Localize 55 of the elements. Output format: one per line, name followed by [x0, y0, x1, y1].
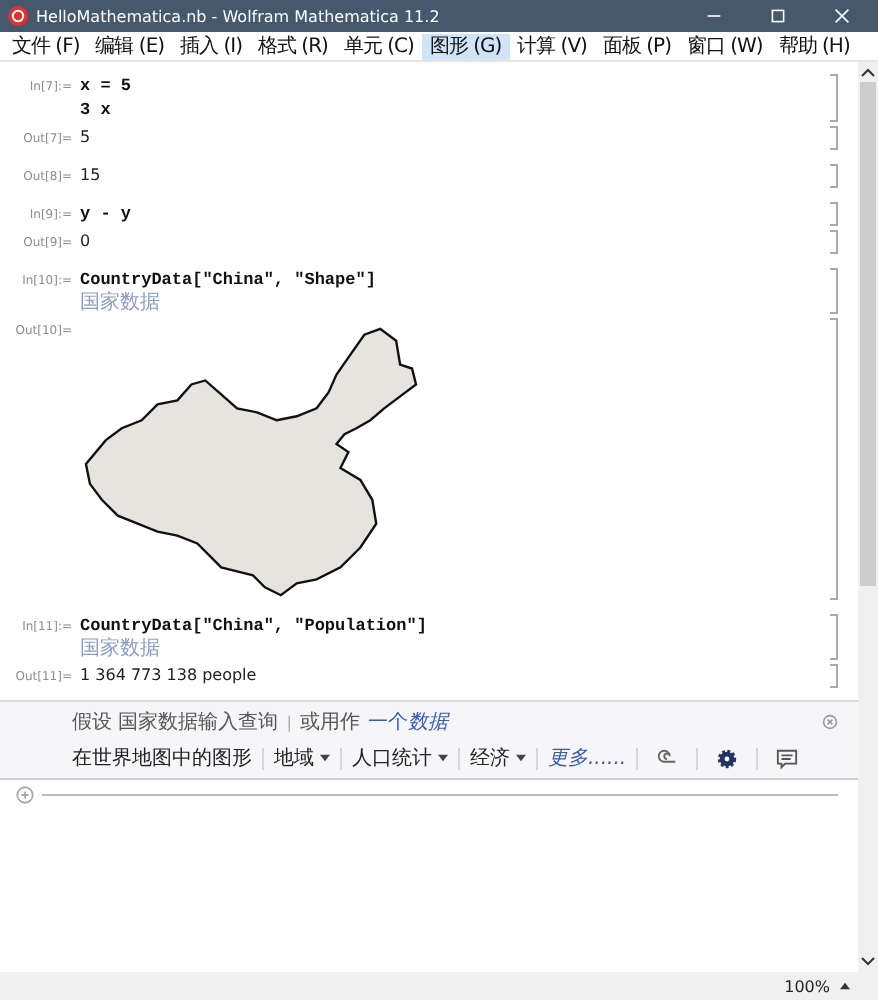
more-button[interactable]: 更多......	[548, 744, 627, 772]
cell-bracket[interactable]	[830, 268, 838, 314]
scroll-thumb[interactable]	[860, 82, 876, 586]
alternative-link[interactable]: 一个数据	[367, 708, 448, 736]
caret-icon	[438, 754, 448, 762]
suggestion-button[interactable]: 经济	[470, 744, 526, 772]
scroll-up-icon[interactable]	[860, 66, 876, 78]
cell-bracket[interactable]	[830, 164, 838, 188]
suggestion-button[interactable]: 在世界地图中的图形	[72, 744, 252, 772]
alternative-text: 或用作	[299, 709, 360, 736]
code-hint: 国家数据	[80, 638, 162, 660]
input-code: CountryData["China", "Shape"]	[80, 268, 378, 291]
scrollbar[interactable]	[858, 62, 878, 972]
caret-icon	[320, 754, 330, 762]
cell-bracket[interactable]	[830, 126, 838, 150]
add-cell-icon[interactable]	[16, 786, 34, 804]
menu-item[interactable]: 编辑 (E)	[87, 33, 173, 59]
cell-bracket[interactable]	[830, 202, 838, 226]
menu-item[interactable]: 窗口 (W)	[678, 33, 771, 59]
cell-bracket[interactable]	[830, 318, 838, 600]
menu-item[interactable]: 格式 (R)	[249, 33, 336, 59]
input-code: 3 x	[80, 98, 113, 122]
menu-item[interactable]: 面板 (P)	[594, 33, 679, 59]
code-hint: 国家数据	[80, 292, 162, 314]
menu-item[interactable]: 文件 (F)	[4, 33, 88, 59]
caret-icon	[516, 754, 526, 762]
menu-item[interactable]: 图形 (G)	[421, 33, 510, 59]
output-text: 5	[80, 126, 93, 150]
output-text: 15	[80, 164, 103, 188]
menu-item[interactable]: 单元 (C)	[335, 33, 422, 59]
input-code: CountryData["China", "Population"]	[80, 614, 429, 637]
app-logo-icon	[8, 6, 28, 26]
menu-item[interactable]: 帮助 (H)	[770, 33, 858, 59]
cell-bracket[interactable]	[830, 664, 838, 688]
spiral-icon[interactable]	[656, 747, 679, 769]
comment-icon[interactable]	[776, 747, 799, 769]
settings-icon[interactable]	[716, 747, 739, 769]
separator-text: |	[286, 713, 292, 731]
scroll-down-icon[interactable]	[860, 956, 876, 968]
input-code: y - y	[80, 202, 134, 226]
zoom-level[interactable]: 100%	[784, 977, 830, 995]
cell-bracket[interactable]	[830, 230, 838, 254]
menu-item[interactable]: 插入 (I)	[172, 33, 250, 59]
window-title: HelloMathematica.nb - Wolfram Mathematica 11.2	[36, 7, 442, 25]
input-code: x = 5	[80, 74, 134, 98]
suggestion-button[interactable]: 人口统计	[352, 744, 448, 772]
suggestion-button[interactable]: 地域	[274, 744, 330, 772]
cell-bracket[interactable]	[830, 614, 838, 660]
menu-item[interactable]: 计算 (V)	[509, 33, 595, 59]
output-text: 0	[80, 230, 93, 254]
cell-bracket[interactable]	[830, 74, 838, 122]
assumption-text: 假设 国家数据输入查询	[72, 709, 279, 736]
maximize-icon[interactable]	[770, 8, 786, 24]
output-text: 1 364 773 138 people	[80, 664, 259, 688]
caret-icon[interactable]	[840, 982, 850, 990]
